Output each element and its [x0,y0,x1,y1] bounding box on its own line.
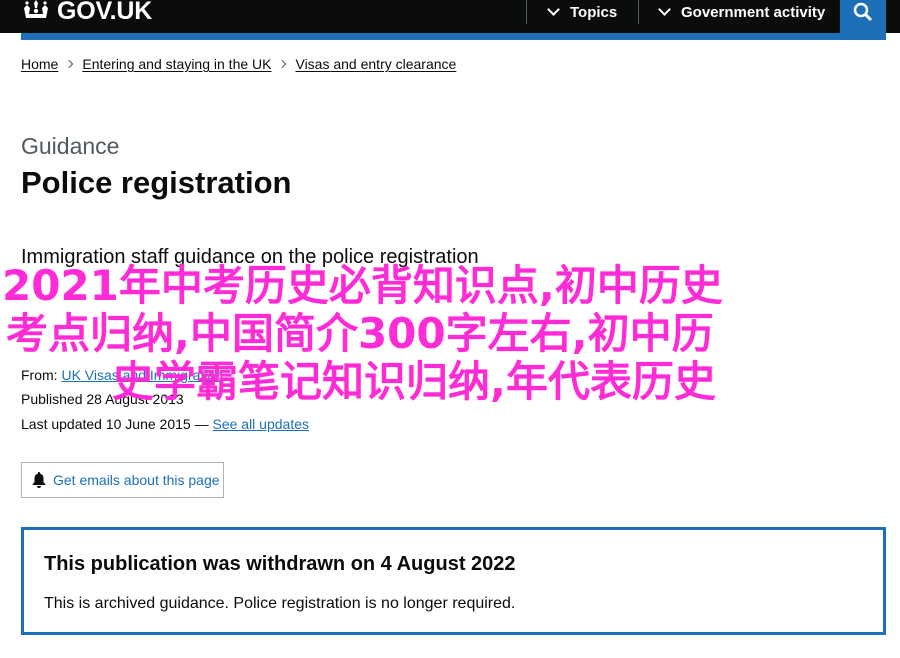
nav-topics-button[interactable]: Topics [547,0,618,24]
breadcrumb-entering-link[interactable]: Entering and staying in the UK [82,56,271,72]
chevron-down-icon [547,3,560,16]
breadcrumb: Home Entering and staying in the UK Visa… [21,56,456,72]
page-title: Police registration [21,165,292,200]
withdrawn-notice-title: This publication was withdrawn on 4 Augu… [44,553,516,575]
meta-updated: Last updated 10 June 2015 — See all upda… [21,416,309,432]
get-emails-label: Get emails about this page [53,472,220,488]
govuk-logo-link[interactable]: GOV.UK [21,0,152,26]
meta-published: Published 28 August 2013 [21,391,184,407]
bell-icon [32,472,46,488]
meta-from-link[interactable]: UK Visas and Immigration [61,367,223,383]
get-emails-button[interactable]: Get emails about this page [21,462,224,498]
search-button[interactable] [840,0,886,33]
crown-icon [24,0,48,18]
nav-government-activity-label: Government activity [681,3,826,21]
nav-government-activity-button[interactable]: Government activity [658,0,826,24]
nav-divider [638,0,639,24]
breadcrumb-visas-link[interactable]: Visas and entry clearance [295,56,456,72]
overlay-line: 考点归纳,中国简介300字左右,初中历 [6,309,714,358]
chevron-right-icon [278,59,287,69]
meta-updated-label: Last updated 10 June 2015 — [21,416,213,432]
header-blue-bar [21,33,886,40]
nav-divider [526,0,527,24]
chevron-right-icon [65,59,74,69]
withdrawn-notice: This publication was withdrawn on 4 Augu… [21,527,886,635]
withdrawn-notice-body: This is archived guidance. Police regist… [44,595,516,612]
page-caption: Guidance [21,133,120,159]
overlay-line: 2021年中考历史必背知识点,初中历史 [2,261,723,310]
see-all-updates-link[interactable]: See all updates [212,416,309,432]
meta-from-label: From: [21,367,58,383]
search-icon [853,2,873,21]
meta-from: From: UK Visas and Immigration [21,367,223,383]
breadcrumb-home-link[interactable]: Home [21,56,58,72]
page-lead: Immigration staff guidance on the police… [21,246,479,268]
chevron-down-icon [658,3,671,16]
logo-text: GOV.UK [57,0,153,25]
nav-topics-label: Topics [570,3,618,21]
site-header: GOV.UK Topics Government activity [0,0,900,33]
